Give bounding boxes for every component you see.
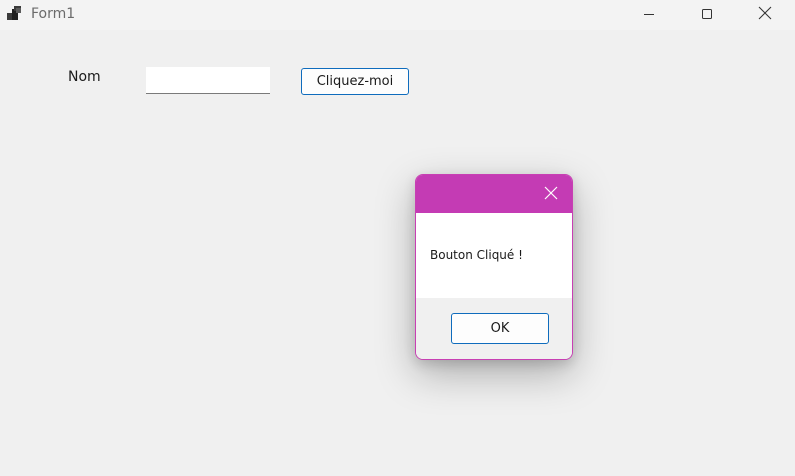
message-box-close-button[interactable] — [536, 180, 566, 208]
app-icon — [7, 6, 23, 22]
name-label: Nom — [68, 69, 101, 85]
title-bar[interactable]: Form1 — [0, 0, 795, 30]
close-icon — [758, 5, 772, 24]
click-me-button[interactable]: Cliquez-moi — [301, 68, 409, 95]
maximize-icon — [701, 5, 713, 24]
close-button[interactable] — [742, 0, 788, 28]
minimize-icon — [643, 5, 655, 24]
message-box-title-bar[interactable] — [416, 175, 572, 213]
main-window: Form1 Nom Cliquez-moi Bouton Cliqué ! OK — [0, 0, 795, 476]
name-input[interactable] — [146, 67, 270, 94]
message-text: Bouton Cliqué ! — [430, 248, 523, 262]
maximize-button[interactable] — [684, 0, 730, 28]
message-box-footer: OK — [416, 298, 572, 359]
window-title: Form1 — [31, 6, 76, 22]
minimize-button[interactable] — [626, 0, 672, 28]
close-icon — [544, 185, 558, 204]
message-box-body: Bouton Cliqué ! — [416, 213, 572, 298]
ok-button[interactable]: OK — [451, 313, 549, 344]
message-box: Bouton Cliqué ! OK — [415, 174, 573, 360]
